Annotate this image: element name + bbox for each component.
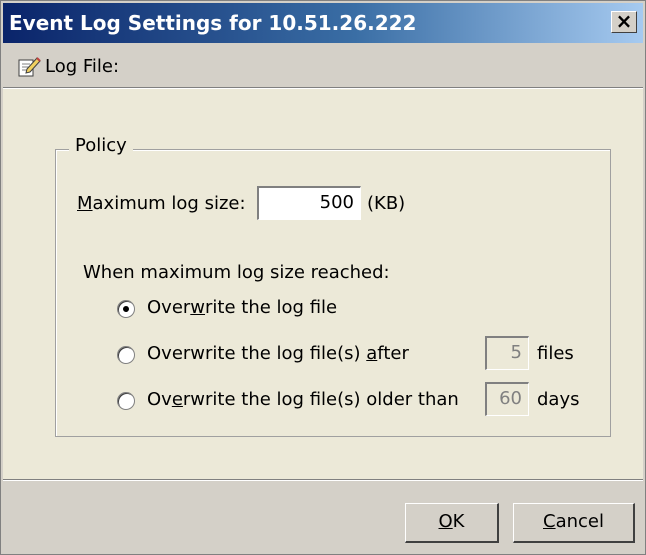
subheader: Log File: (3, 45, 643, 85)
window-title: Event Log Settings for 10.51.26.222 (9, 11, 417, 35)
close-icon: × (615, 9, 633, 33)
footer: OK Cancel (3, 481, 643, 552)
overwrite-older-label[interactable]: Overwrite the log file(s) older than (147, 389, 459, 410)
kb-unit-label: (KB) (367, 193, 406, 214)
log-file-label: Log File: (45, 56, 120, 77)
close-button[interactable]: × (611, 11, 637, 33)
edit-document-icon (18, 57, 41, 77)
overwrite-option-label[interactable]: Overwrite the log file (147, 297, 337, 318)
overwrite-older-radio[interactable] (117, 392, 135, 410)
ok-button[interactable]: OK (405, 503, 499, 543)
overwrite-radio[interactable] (117, 300, 135, 318)
files-unit-label: files (537, 343, 574, 364)
max-log-size-input[interactable]: 500 (257, 186, 361, 220)
policy-legend: Policy (69, 135, 133, 156)
max-log-size-label: Maximum log size: (77, 193, 246, 214)
days-count-input[interactable]: 60 (485, 382, 529, 416)
title-bar[interactable]: Event Log Settings for 10.51.26.222 × (3, 3, 643, 43)
files-count-input[interactable]: 5 (485, 336, 529, 370)
cancel-button[interactable]: Cancel (513, 503, 635, 543)
dialog-window: Event Log Settings for 10.51.26.222 × Lo… (0, 0, 646, 555)
when-reached-label: When maximum log size reached: (83, 262, 390, 283)
days-unit-label: days (537, 389, 580, 410)
overwrite-after-label[interactable]: Overwrite the log file(s) after (147, 343, 409, 364)
overwrite-after-radio[interactable] (117, 346, 135, 364)
